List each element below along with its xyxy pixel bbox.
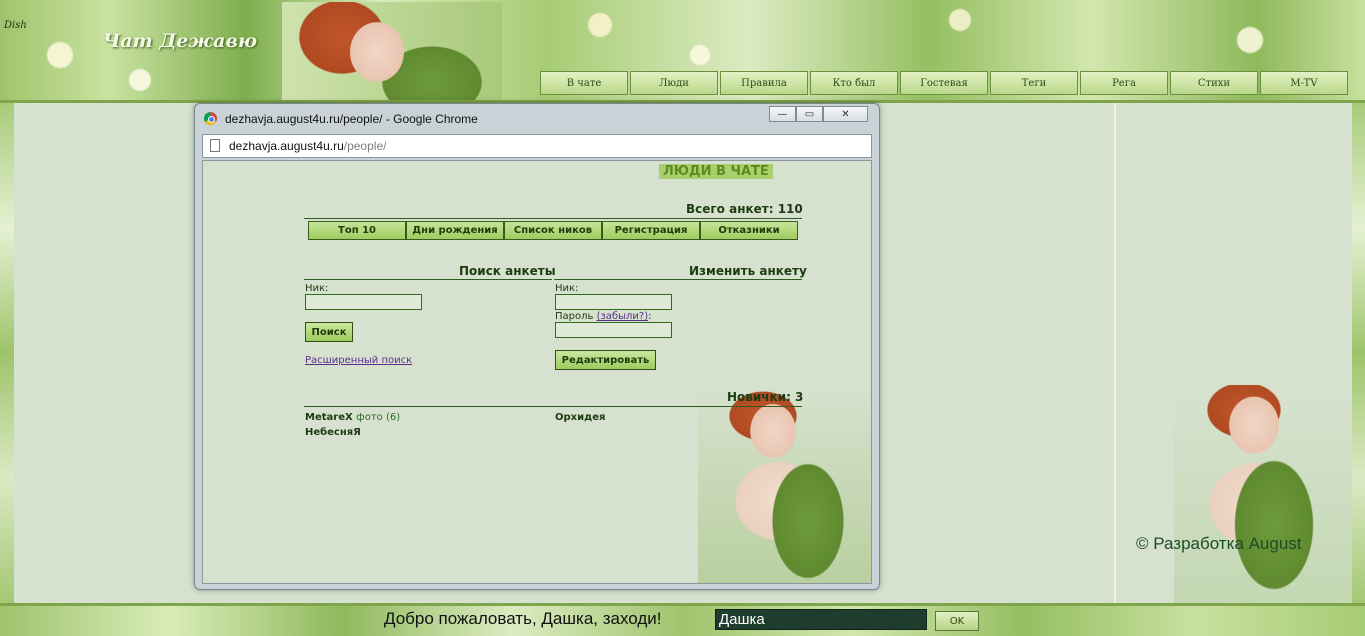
minimize-icon[interactable]: — <box>769 106 796 122</box>
panel-divider <box>1114 103 1116 603</box>
window-titlebar[interactable]: dezhavja.august4u.ru/people/ - Google Ch… <box>195 104 879 133</box>
browser-window: dezhavja.august4u.ru/people/ - Google Ch… <box>194 103 880 590</box>
nav-item-in-chat[interactable]: В чате <box>540 71 628 95</box>
main-nav: В чате Люди Правила Кто был Гостевая Тег… <box>540 71 1348 97</box>
password-label: Пароль <box>555 311 594 322</box>
nav-item-people[interactable]: Люди <box>630 71 718 95</box>
tab-nick-list[interactable]: Список ников <box>504 221 602 240</box>
search-heading: Поиск анкеты <box>459 264 556 278</box>
nav-item-poems[interactable]: Стихи <box>1170 71 1258 95</box>
nav-item-tags[interactable]: Теги <box>990 71 1078 95</box>
total-profiles: Всего анкет: 110 <box>686 202 803 216</box>
site-logo[interactable]: Чат Дежавю <box>103 30 257 52</box>
search-nick-input[interactable] <box>305 294 422 310</box>
window-controls: — ▭ ✕ <box>769 106 868 122</box>
page-girl-image <box>698 381 871 583</box>
forgot-password-link[interactable]: (забыли?) <box>597 311 649 322</box>
edit-nick-label: Ник: <box>555 283 579 294</box>
site-header: Dish Чат Дежавю В чате Люди Правила Кто … <box>0 0 1365 103</box>
tab-top10[interactable]: Топ 10 <box>308 221 406 240</box>
password-label-row: Пароль (забыли?): <box>555 311 651 322</box>
page-title: ЛЮДИ В ЧАТЕ <box>659 164 773 179</box>
page-viewport: ЛЮДИ В ЧАТЕ Всего анкет: 110 Топ 10 Дни … <box>202 160 872 584</box>
edit-nick-input[interactable] <box>555 294 672 310</box>
newbie-item[interactable]: Орхидея <box>555 412 605 423</box>
newbie-item[interactable]: MetareX фото (6) <box>305 412 400 423</box>
edit-heading: Изменить анкету <box>689 264 807 278</box>
search-button[interactable]: Поиск <box>305 322 353 342</box>
close-icon[interactable]: ✕ <box>823 106 868 122</box>
tab-refusers[interactable]: Отказники <box>700 221 798 240</box>
corner-label: Dish <box>4 20 27 31</box>
nav-item-rules[interactable]: Правила <box>720 71 808 95</box>
newbies-divider <box>304 406 802 407</box>
search-nick-label: Ник: <box>305 283 329 294</box>
right-scrollbar-decoration[interactable] <box>1352 103 1365 603</box>
divider <box>304 218 802 219</box>
nickname-input[interactable] <box>715 609 927 630</box>
password-input[interactable] <box>555 322 672 338</box>
footer-bar <box>0 603 1365 636</box>
address-path: /people/ <box>343 139 387 153</box>
newbie-item[interactable]: НебесняЯ <box>305 427 361 438</box>
tab-birthdays[interactable]: Дни рождения <box>406 221 504 240</box>
copyright-text: © Разработка August <box>1136 534 1302 553</box>
edit-button[interactable]: Редактировать <box>555 350 656 370</box>
maximize-icon[interactable]: ▭ <box>796 106 823 122</box>
newbies-heading: Новички: 3 <box>727 390 804 404</box>
page-icon <box>210 139 220 152</box>
ok-button[interactable]: OK <box>935 611 979 631</box>
nav-item-who-was[interactable]: Кто был <box>810 71 898 95</box>
left-border-decoration <box>0 103 14 603</box>
newbie-nick: MetareX <box>305 412 353 423</box>
header-girl-image <box>282 2 502 100</box>
edit-divider <box>554 279 802 280</box>
nav-item-mtv[interactable]: M-TV <box>1260 71 1348 95</box>
advanced-search-link[interactable]: Расширенный поиск <box>305 355 412 366</box>
address-url[interactable]: dezhavja.august4u.ru/people/ <box>229 139 386 153</box>
window-title: dezhavja.august4u.ru/people/ - Google Ch… <box>225 112 478 126</box>
chrome-icon <box>204 112 217 125</box>
search-divider <box>304 279 552 280</box>
tab-registration[interactable]: Регистрация <box>602 221 700 240</box>
photo-link[interactable]: фото (6) <box>356 412 400 423</box>
address-host: dezhavja.august4u.ru <box>229 139 344 153</box>
sidebar-girl-image <box>1174 385 1352 605</box>
people-tabs: Топ 10 Дни рождения Список ников Регистр… <box>308 221 798 240</box>
nav-item-guestbook[interactable]: Гостевая <box>900 71 988 95</box>
password-suffix: : <box>648 311 652 322</box>
address-bar[interactable]: dezhavja.august4u.ru/people/ <box>202 134 872 158</box>
welcome-text: Добро пожаловать, Дашка, заходи! <box>384 609 662 628</box>
nav-item-registration[interactable]: Рега <box>1080 71 1168 95</box>
